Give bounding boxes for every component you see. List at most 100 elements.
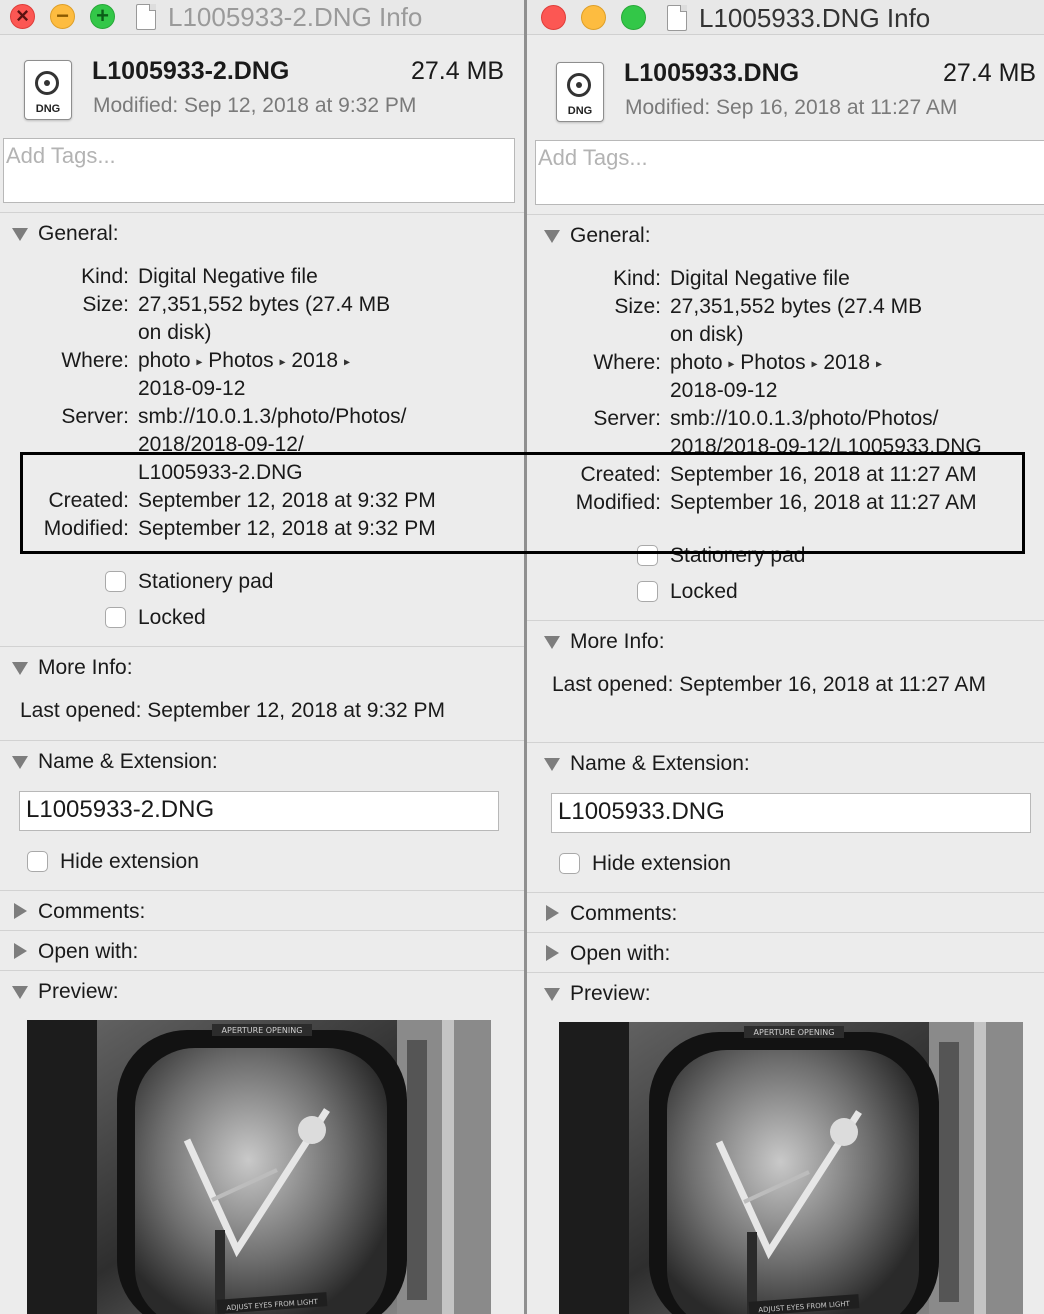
where-path: photo ▸ Photos ▸ 2018 ▸ xyxy=(138,347,350,375)
section-open-with-header[interactable]: Open with: xyxy=(570,941,670,967)
path-separator-icon: ▸ xyxy=(196,354,203,369)
section-name-extension-header[interactable]: Name & Extension: xyxy=(38,749,218,775)
disclosure-triangle-expanded-icon[interactable] xyxy=(544,636,560,649)
title-bar[interactable]: × − + L1005933-2.DNG Info xyxy=(0,0,525,35)
kind-value: Digital Negative file xyxy=(138,265,318,288)
hide-extension-checkbox[interactable] xyxy=(27,851,48,872)
size-label: Size: xyxy=(82,293,129,316)
tags-placeholder: Add Tags... xyxy=(538,145,648,170)
disclosure-triangle-collapsed-icon[interactable] xyxy=(14,903,27,919)
locked-checkbox[interactable] xyxy=(637,581,658,602)
close-icon: × xyxy=(16,3,29,28)
close-button[interactable] xyxy=(541,5,566,30)
section-divider xyxy=(527,932,1044,933)
section-preview-header[interactable]: Preview: xyxy=(38,979,119,1005)
size-label: Size: xyxy=(614,295,661,318)
where-path: photo ▸ Photos ▸ 2018 ▸ xyxy=(670,349,882,377)
path-component: Photos xyxy=(740,351,806,374)
last-opened-row: Last opened: September 16, 2018 at 11:27… xyxy=(552,671,986,699)
minimize-button[interactable]: − xyxy=(50,3,75,29)
document-icon xyxy=(136,4,156,30)
section-more-info-header[interactable]: More Info: xyxy=(570,629,665,655)
section-open-with-header[interactable]: Open with: xyxy=(38,939,138,965)
preview-image: APERTURE OPENING ADJUST EYES FROM LIGHT xyxy=(27,1020,491,1314)
header-modified-date: Modified: Sep 16, 2018 at 11:27 AM xyxy=(625,96,958,119)
name-field[interactable]: L1005933.DNG xyxy=(551,793,1031,833)
zoom-button[interactable] xyxy=(621,5,646,30)
title-bar[interactable]: L1005933.DNG Info xyxy=(527,0,1044,35)
last-opened-value: September 12, 2018 at 9:32 PM xyxy=(147,699,445,722)
path-separator-icon: ▸ xyxy=(728,356,735,371)
tags-field[interactable]: Add Tags... xyxy=(3,138,515,203)
path-component: 2018 xyxy=(291,349,339,372)
preview-photo: APERTURE OPENING ADJUST EYES FROM LIGHT xyxy=(27,1020,491,1314)
disclosure-triangle-expanded-icon[interactable] xyxy=(12,662,28,675)
minimize-button[interactable] xyxy=(581,5,606,30)
tags-placeholder: Add Tags... xyxy=(6,143,116,168)
window-title: L1005933.DNG Info xyxy=(699,3,931,33)
disclosure-triangle-collapsed-icon[interactable] xyxy=(546,945,559,961)
last-opened-label: Last opened: xyxy=(20,699,142,722)
window-title: L1005933-2.DNG Info xyxy=(168,2,423,32)
disclosure-triangle-expanded-icon[interactable] xyxy=(544,758,560,771)
section-divider xyxy=(527,972,1044,973)
section-general-header[interactable]: General: xyxy=(570,223,651,249)
disclosure-triangle-collapsed-icon[interactable] xyxy=(546,905,559,921)
section-preview-header[interactable]: Preview: xyxy=(570,981,651,1007)
highlight-box xyxy=(20,452,1025,554)
preview-photo: APERTURE OPENING ADJUST EYES FROM LIGHT xyxy=(559,1022,1023,1314)
path-component: photo xyxy=(138,349,191,372)
disclosure-triangle-expanded-icon[interactable] xyxy=(12,228,28,241)
zoom-button[interactable]: + xyxy=(90,3,115,29)
section-comments-header[interactable]: Comments: xyxy=(38,899,145,925)
disclosure-triangle-collapsed-icon[interactable] xyxy=(14,943,27,959)
server-label: Server: xyxy=(61,405,129,428)
file-extension-badge: DNG xyxy=(567,105,593,117)
size-value-continued: on disk) xyxy=(670,323,744,346)
info-window-right: L1005933.DNG Info DNG L1005933.DNG 27.4 … xyxy=(527,0,1044,1314)
aperture-icon xyxy=(35,71,59,95)
section-divider xyxy=(0,970,525,971)
disclosure-triangle-expanded-icon[interactable] xyxy=(12,756,28,769)
stationery-pad-label: Stationery pad xyxy=(138,570,274,593)
section-more-info-header[interactable]: More Info: xyxy=(38,655,133,681)
tags-field[interactable]: Add Tags... xyxy=(535,140,1044,205)
zoom-icon: + xyxy=(96,3,109,28)
size-value-continued: on disk) xyxy=(138,321,212,344)
section-name-extension-header[interactable]: Name & Extension: xyxy=(570,751,750,777)
path-component: 2018 xyxy=(823,351,871,374)
section-general-header[interactable]: General: xyxy=(38,221,119,247)
dng-file-icon: DNG xyxy=(24,60,72,120)
name-field-value: L1005933-2.DNG xyxy=(26,796,215,823)
where-label: Where: xyxy=(61,349,129,372)
hide-extension-checkbox[interactable] xyxy=(559,853,580,874)
file-size: 27.4 MB xyxy=(943,59,1037,87)
close-button[interactable]: × xyxy=(10,3,35,29)
last-opened-label: Last opened: xyxy=(552,673,674,696)
size-value: 27,351,552 bytes (27.4 MB xyxy=(670,295,923,318)
locked-checkbox[interactable] xyxy=(105,607,126,628)
preview-photo-label: APERTURE OPENING xyxy=(754,1028,835,1037)
section-divider xyxy=(527,214,1044,215)
where-label: Where: xyxy=(593,351,661,374)
locked-label: Locked xyxy=(670,580,738,603)
name-field-value: L1005933.DNG xyxy=(558,798,725,825)
disclosure-triangle-expanded-icon[interactable] xyxy=(12,986,28,999)
locked-label: Locked xyxy=(138,606,206,629)
minimize-icon: − xyxy=(56,3,69,28)
file-size: 27.4 MB xyxy=(411,57,505,85)
disclosure-triangle-expanded-icon[interactable] xyxy=(544,988,560,1001)
section-divider xyxy=(0,890,525,891)
hide-extension-label: Hide extension xyxy=(60,850,199,873)
path-separator-icon: ▸ xyxy=(343,354,350,369)
hide-extension-label: Hide extension xyxy=(592,852,731,875)
path-separator-icon: ▸ xyxy=(875,356,882,371)
disclosure-triangle-expanded-icon[interactable] xyxy=(544,230,560,243)
name-field[interactable]: L1005933-2.DNG xyxy=(19,791,499,831)
path-component: Photos xyxy=(208,349,274,372)
file-name: L1005933.DNG xyxy=(624,59,800,87)
section-comments-header[interactable]: Comments: xyxy=(570,901,677,927)
server-value: smb://10.0.1.3/photo/Photos/ xyxy=(670,407,939,430)
stationery-pad-checkbox[interactable] xyxy=(105,571,126,592)
header-modified-date: Modified: Sep 12, 2018 at 9:32 PM xyxy=(93,94,417,117)
